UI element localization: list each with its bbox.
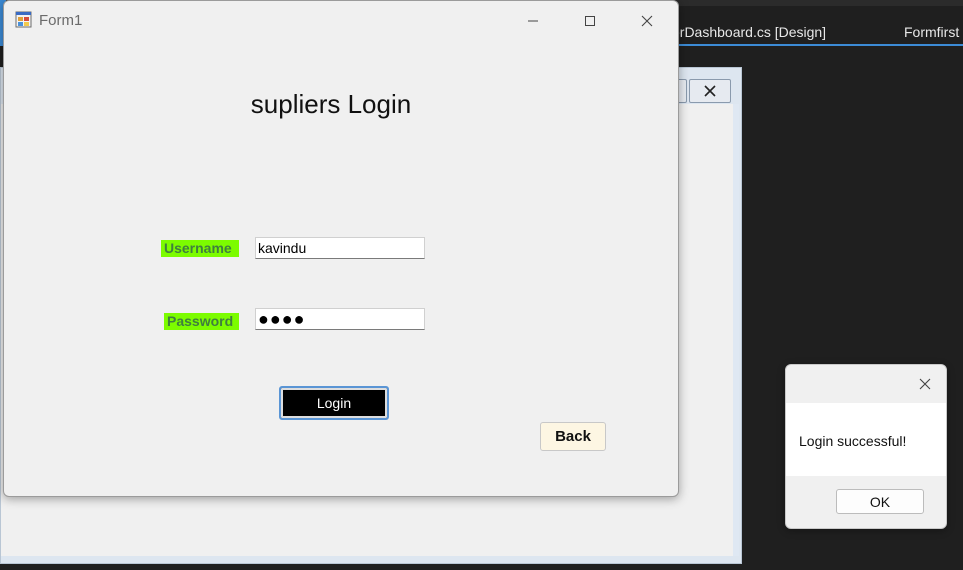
ide-tab-dashboard-design[interactable]: erDashboard.cs [Design]: [672, 24, 826, 40]
message-text: Login successful!: [799, 433, 907, 449]
close-icon: [919, 378, 931, 390]
form1-window: Form1 supliers Login Username kavindu Pa…: [3, 0, 679, 497]
close-icon: [641, 15, 653, 27]
message-box-body: Login successful!: [786, 403, 946, 476]
message-box: Login successful! OK: [785, 364, 947, 529]
back-button[interactable]: Back: [540, 422, 606, 451]
winforms-app-icon: [15, 11, 32, 28]
ide-tab-formfirst[interactable]: Formfirst: [904, 24, 959, 40]
form1-titlebar[interactable]: Form1: [4, 1, 678, 41]
message-box-close-button[interactable]: [915, 375, 935, 393]
close-icon: [704, 85, 716, 97]
username-label: Username: [161, 240, 239, 257]
close-button[interactable]: [624, 7, 670, 35]
login-heading: supliers Login: [250, 89, 412, 119]
password-field[interactable]: ●●●●: [255, 308, 425, 330]
minimize-icon: [528, 20, 538, 22]
window-title: Form1: [39, 12, 83, 29]
ide-toolbar-strip: [676, 0, 963, 6]
ok-button[interactable]: OK: [836, 489, 924, 514]
maximize-button[interactable]: [567, 7, 613, 35]
minimize-button[interactable]: [510, 7, 556, 35]
maximize-icon: [585, 16, 595, 26]
designer-close-button[interactable]: [689, 79, 731, 103]
username-field[interactable]: kavindu: [255, 237, 425, 259]
password-label: Password: [164, 313, 239, 330]
login-button[interactable]: Login: [279, 386, 389, 420]
